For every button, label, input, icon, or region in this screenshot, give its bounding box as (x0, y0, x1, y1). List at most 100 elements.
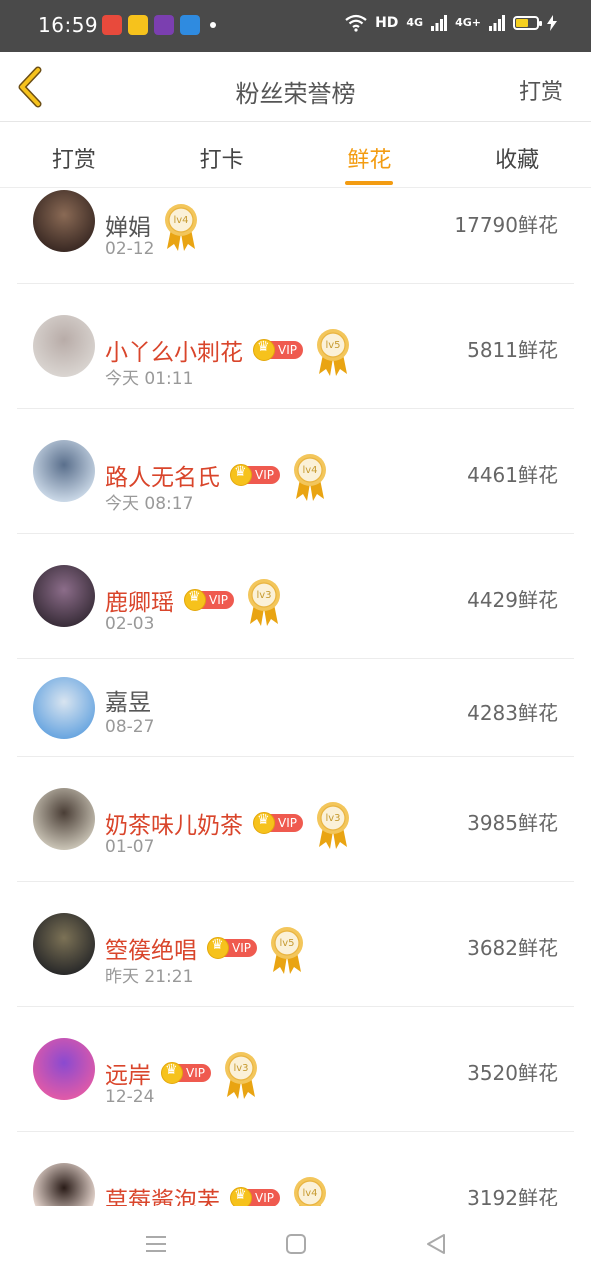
tab-flowers[interactable]: 鲜花 (296, 122, 444, 187)
vip-badge: VIP (253, 812, 303, 834)
list-item[interactable]: 小丫么小刺花 VIP lv5 今天 01:11 5811鲜花 (17, 284, 574, 409)
vip-badge: VIP (230, 464, 280, 486)
name-line: 嘉昱 (105, 683, 151, 717)
crown-icon (253, 812, 275, 834)
timestamp: 今天 08:17 (105, 494, 194, 514)
hd-label: HD (375, 15, 399, 31)
network-4g-plus-label: 4G+ (455, 16, 481, 29)
timestamp: 02-12 (105, 239, 155, 259)
crown-icon (184, 589, 206, 611)
list-item[interactable]: 奶茶味儿奶茶 VIP lv3 01-07 3985鲜花 (17, 757, 574, 882)
flower-count: 4429鲜花 (467, 588, 558, 612)
list-item[interactable]: 远岸 VIP lv3 12-24 3520鲜花 (17, 1007, 574, 1132)
flower-count: 3985鲜花 (467, 811, 558, 835)
vip-badge: VIP (207, 937, 257, 959)
flower-count: 3192鲜花 (467, 1186, 558, 1206)
user-name[interactable]: 嘉昱 (105, 683, 151, 717)
flower-count: 5811鲜花 (467, 338, 558, 362)
avatar[interactable] (33, 315, 95, 377)
list-item[interactable]: 箜篌绝唱 VIP lv5 昨天 21:21 3682鲜花 (17, 882, 574, 1007)
level-label: lv4 (173, 215, 188, 226)
user-name[interactable]: 奶茶味儿奶茶 (105, 806, 243, 840)
status-indicators: HD 4G 4G+ (345, 14, 557, 32)
vip-badge: VIP (253, 339, 303, 361)
status-time: 16:59 (38, 13, 99, 37)
list-item[interactable]: 鹿卿瑶 VIP lv3 02-03 4429鲜花 (17, 534, 574, 659)
battery-icon (513, 16, 542, 30)
network-4g-label: 4G (406, 16, 424, 29)
wifi-icon (345, 14, 367, 32)
user-name[interactable]: 远岸 (105, 1056, 151, 1090)
timestamp: 01-07 (105, 837, 155, 857)
tab-reward[interactable]: 打赏 (0, 122, 148, 187)
timestamp: 02-03 (105, 614, 155, 634)
app-notification-icon (102, 15, 122, 35)
name-line: 草莓酱泡芙 VIP lv4 (105, 1170, 328, 1206)
vip-badge: VIP (184, 589, 234, 611)
signal-icon (431, 15, 448, 31)
user-name[interactable]: 鹿卿瑶 (105, 583, 174, 617)
page-title: 粉丝荣誉榜 (235, 80, 356, 108)
tab-favorites[interactable]: 收藏 (443, 122, 591, 187)
level-label: lv3 (325, 813, 340, 824)
more-notifications-icon (210, 22, 216, 28)
flower-count: 4283鲜花 (467, 701, 558, 725)
level-medal-icon: lv3 (247, 579, 280, 626)
user-name[interactable]: 路人无名氏 (105, 458, 220, 492)
flower-count: 17790鲜花 (454, 213, 558, 237)
level-medal-icon: lv3 (224, 1052, 257, 1099)
timestamp: 08-27 (105, 717, 155, 737)
user-name[interactable]: 箜篌绝唱 (105, 931, 197, 965)
list-item[interactable]: 婵娟 lv4 02-12 17790鲜花 (17, 189, 574, 284)
avatar[interactable] (33, 913, 95, 975)
charging-icon (547, 15, 557, 31)
avatar[interactable] (33, 788, 95, 850)
avatar[interactable] (33, 440, 95, 502)
level-label: lv4 (302, 465, 317, 476)
crown-icon (207, 937, 229, 959)
crown-icon (161, 1062, 183, 1084)
top-bar: 粉丝荣誉榜 打赏 (0, 52, 591, 122)
avatar[interactable] (33, 1163, 95, 1206)
crown-icon (230, 1187, 252, 1206)
reward-button[interactable]: 打赏 (519, 74, 563, 106)
user-name[interactable]: 草莓酱泡芙 (105, 1181, 220, 1206)
list-item[interactable]: 嘉昱 08-27 4283鲜花 (17, 659, 574, 757)
home-square-icon[interactable] (282, 1230, 310, 1258)
vip-badge: VIP (230, 1187, 280, 1206)
app-notification-icon (180, 15, 200, 35)
crown-icon (230, 464, 252, 486)
avatar[interactable] (33, 677, 95, 739)
level-label: lv3 (233, 1063, 248, 1074)
status-bar: 16:59 HD 4G 4G+ (0, 0, 591, 52)
level-medal-icon: lv4 (165, 204, 197, 251)
notification-icons (102, 15, 216, 35)
level-medal-icon: lv3 (316, 802, 349, 849)
level-label: lv4 (302, 1188, 317, 1199)
level-label: lv5 (279, 938, 294, 949)
menu-icon[interactable] (142, 1230, 170, 1258)
user-name[interactable]: 婵娟 (105, 208, 151, 242)
avatar[interactable] (33, 190, 95, 252)
back-triangle-icon[interactable] (422, 1230, 450, 1258)
user-name[interactable]: 小丫么小刺花 (105, 333, 243, 367)
system-nav-bar (0, 1206, 591, 1280)
level-label: lv5 (325, 340, 340, 351)
level-medal-icon: lv5 (316, 329, 349, 376)
app-notification-icon (128, 15, 148, 35)
flower-count: 4461鲜花 (467, 463, 558, 487)
avatar[interactable] (33, 565, 95, 627)
level-medal-icon: lv4 (293, 454, 326, 501)
fan-ranking-list[interactable]: 婵娟 lv4 02-12 17790鲜花小丫么小刺花 VIP lv5 今天 01:11 581… (0, 189, 591, 1206)
avatar[interactable] (33, 1038, 95, 1100)
tab-checkin[interactable]: 打卡 (148, 122, 296, 187)
vip-badge: VIP (161, 1062, 211, 1084)
list-item[interactable]: 路人无名氏 VIP lv4 今天 08:17 4461鲜花 (17, 409, 574, 534)
flower-count: 3682鲜花 (467, 936, 558, 960)
list-item[interactable]: 草莓酱泡芙 VIP lv4 3192鲜花 (17, 1132, 574, 1206)
crown-icon (253, 339, 275, 361)
level-medal-icon: lv4 (293, 1177, 326, 1206)
timestamp: 今天 01:11 (105, 369, 194, 389)
signal-icon (489, 15, 505, 31)
level-label: lv3 (256, 590, 271, 601)
